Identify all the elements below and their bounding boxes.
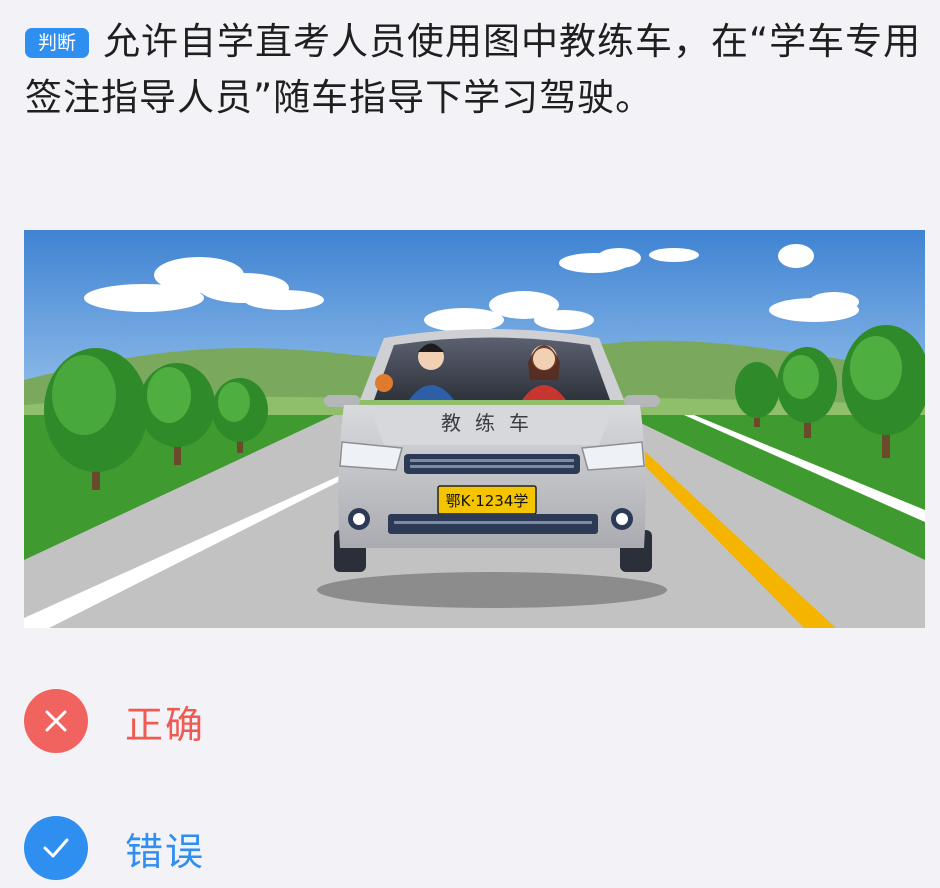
question-text: 允许自学直考人员使用图中教练车，在“学车专用签注指导人员”随车指导下学习驾驶。 (25, 20, 922, 119)
question-page: 判断 允许自学直考人员使用图中教练车，在“学车专用签注指导人员”随车指导下学习驾驶… (0, 0, 940, 888)
question-text-block: 判断 允许自学直考人员使用图中教练车，在“学车专用签注指导人员”随车指导下学习驾驶… (25, 14, 925, 126)
close-icon (24, 689, 88, 753)
option-true[interactable]: 正确 (24, 688, 205, 754)
car-hood-text: 教练车 (441, 411, 543, 435)
car-shadow (317, 572, 667, 608)
check-icon (24, 816, 88, 880)
training-car: 鄂K·1234学 教练车 (324, 329, 660, 572)
option-false-label: 错误 (125, 829, 206, 874)
option-false[interactable]: 错误 (24, 815, 205, 881)
question-type-tag: 判断 (25, 28, 90, 58)
question-illustration: 鄂K·1234学 教练车 (24, 230, 925, 628)
license-plate-text: 鄂K·1234学 (446, 492, 529, 510)
option-true-label: 正确 (125, 702, 206, 747)
